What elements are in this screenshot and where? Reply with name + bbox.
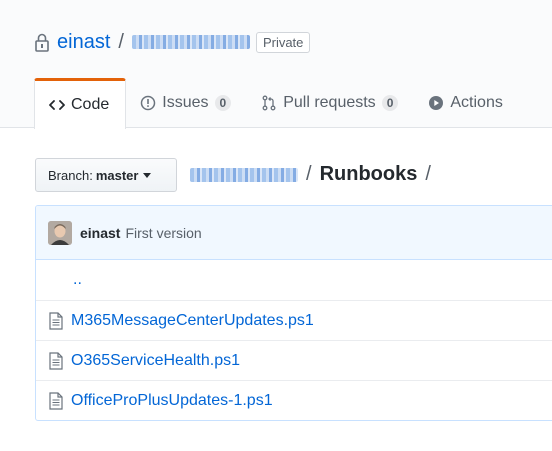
parent-directory-link[interactable]: ..	[49, 271, 82, 289]
avatar[interactable]	[48, 220, 72, 245]
tab-actions[interactable]: Actions	[414, 78, 518, 128]
list-item: O365ServiceHealth.ps1	[36, 340, 552, 380]
list-item: ..	[36, 260, 552, 300]
repo-header: einast / Private Code Issues 0 Pull requ…	[0, 0, 552, 129]
breadcrumb-repo-link[interactable]	[190, 167, 298, 182]
issue-icon	[140, 95, 156, 111]
tab-code[interactable]: Code	[34, 78, 127, 129]
owner-separator: /	[118, 30, 124, 53]
file-icon	[49, 391, 63, 410]
file-link[interactable]: M365MessageCenterUpdates.ps1	[71, 312, 314, 330]
lock-icon	[34, 32, 50, 52]
caret-down-icon	[143, 172, 152, 178]
repo-title: einast / Private	[34, 29, 311, 55]
breadcrumb-current: Runbooks	[319, 163, 418, 185]
latest-commit-bar: einast First version	[36, 206, 552, 260]
repo-owner-link[interactable]: einast	[57, 31, 110, 54]
file-icon	[49, 311, 63, 330]
branch-name: master	[95, 167, 139, 183]
pull-request-icon	[261, 95, 277, 111]
list-item: OfficeProPlusUpdates-1.ps1	[36, 380, 552, 420]
tab-pull-requests-label: Pull requests	[283, 94, 376, 111]
branch-select-button[interactable]: Branch: master	[35, 158, 177, 192]
breadcrumb-separator: /	[306, 163, 312, 185]
tab-code-label: Code	[71, 96, 110, 113]
repo-tabs: Code Issues 0 Pull requests 0 Actions	[34, 78, 519, 129]
tab-actions-label: Actions	[450, 94, 503, 111]
breadcrumb-trailing-separator: /	[425, 163, 431, 185]
file-link[interactable]: O365ServiceHealth.ps1	[71, 352, 240, 370]
visibility-badge: Private	[255, 31, 311, 53]
branch-prefix: Branch:	[48, 167, 93, 183]
list-item: M365MessageCenterUpdates.ps1	[36, 300, 552, 340]
pull-requests-counter: 0	[381, 95, 399, 111]
play-icon	[428, 95, 444, 111]
issues-counter: 0	[214, 95, 232, 111]
file-icon	[49, 351, 63, 370]
repo-name-link[interactable]	[131, 35, 250, 49]
commit-author[interactable]: einast	[80, 225, 120, 241]
file-link[interactable]: OfficeProPlusUpdates-1.ps1	[71, 392, 273, 410]
commit-message[interactable]: First version	[125, 225, 201, 241]
tab-issues[interactable]: Issues 0	[126, 78, 247, 128]
file-listing: einast First version .. M365MessageCente…	[35, 205, 552, 421]
tab-issues-label: Issues	[162, 94, 209, 111]
tab-pull-requests[interactable]: Pull requests 0	[247, 78, 414, 128]
breadcrumb: / Runbooks /	[190, 163, 439, 186]
code-icon	[49, 97, 65, 113]
